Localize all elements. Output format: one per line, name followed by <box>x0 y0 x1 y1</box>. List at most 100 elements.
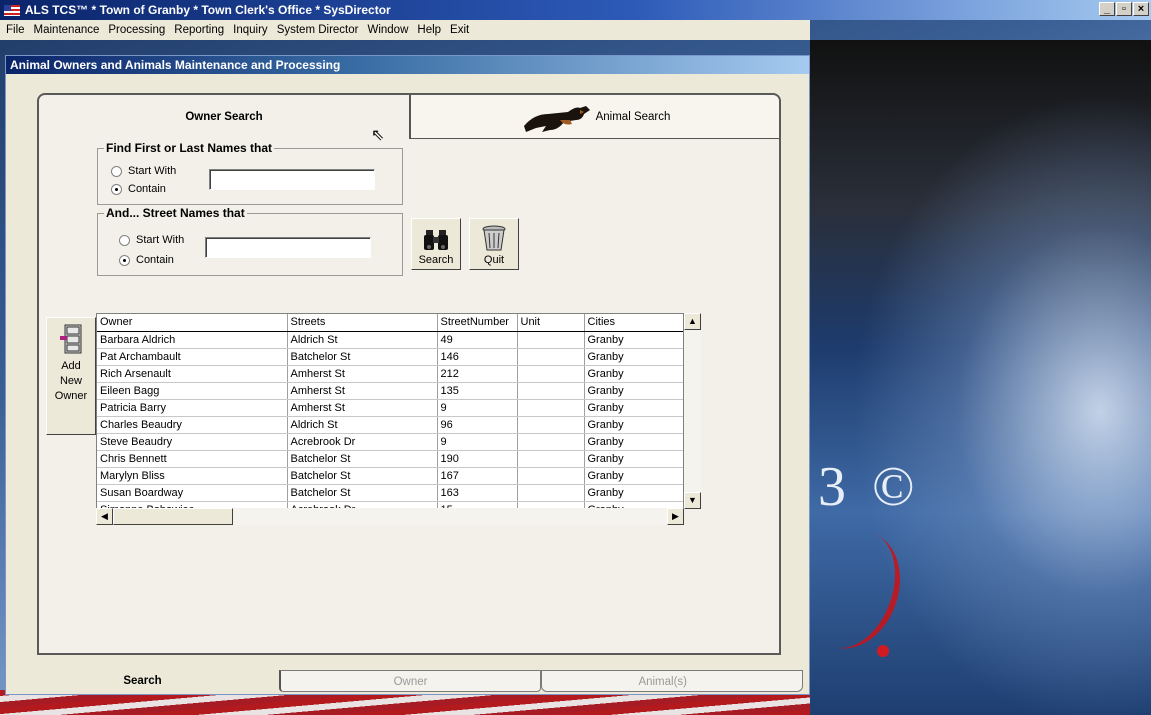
cell-owner[interactable]: Marylyn Bliss <box>97 467 288 485</box>
menu-exit[interactable]: Exit <box>450 24 469 36</box>
street-contain-radio[interactable] <box>119 254 130 266</box>
table-row[interactable]: Barbara Aldrich Aldrich St 49 Granby <box>97 331 683 349</box>
tab-search[interactable]: Search <box>6 670 279 692</box>
grid-vertical-scrollbar[interactable]: ▲ ▼ <box>684 313 701 509</box>
cell-city[interactable]: Granby <box>584 365 683 383</box>
horizontal-scroll-thumb[interactable] <box>113 508 233 525</box>
cell-street-number[interactable]: 9 <box>437 399 518 417</box>
cell-unit[interactable] <box>517 382 585 400</box>
name-contain-option[interactable]: Contain <box>111 183 166 195</box>
menu-reporting[interactable]: Reporting <box>174 24 224 36</box>
cell-city[interactable]: Granby <box>584 467 683 485</box>
table-row[interactable]: Pat Archambault Batchelor St 146 Granby <box>97 348 683 366</box>
menu-file[interactable]: File <box>6 24 25 36</box>
table-row[interactable]: Chris Bennett Batchelor St 190 Granby <box>97 450 683 468</box>
cell-street-number[interactable]: 163 <box>437 484 518 502</box>
table-row[interactable]: Susan Boardway Batchelor St 163 Granby <box>97 484 683 502</box>
cell-city[interactable]: Granby <box>584 399 683 417</box>
cell-owner[interactable]: Eileen Bagg <box>97 382 288 400</box>
tab-owner[interactable]: Owner <box>279 670 541 692</box>
cell-city[interactable]: Granby <box>584 484 683 502</box>
menu-window[interactable]: Window <box>367 24 408 36</box>
cell-street[interactable]: Batchelor St <box>287 484 438 502</box>
cell-street[interactable]: Amherst St <box>287 382 438 400</box>
column-header-streets[interactable]: Streets <box>287 314 438 332</box>
cell-owner[interactable]: Pat Archambault <box>97 348 288 366</box>
street-start-with-radio[interactable] <box>119 234 130 246</box>
cell-street-number[interactable]: 49 <box>437 331 518 349</box>
cell-city[interactable]: Granby <box>584 382 683 400</box>
cell-unit[interactable] <box>517 450 585 468</box>
cell-unit[interactable] <box>517 416 585 434</box>
table-row[interactable]: Charles Beaudry Aldrich St 96 Granby <box>97 416 683 434</box>
cell-city[interactable]: Granby <box>584 348 683 366</box>
cell-unit[interactable] <box>517 348 585 366</box>
cell-street[interactable]: Amherst St <box>287 399 438 417</box>
cell-street[interactable]: Acrebrook Dr <box>287 433 438 451</box>
menu-processing[interactable]: Processing <box>108 24 165 36</box>
cell-owner[interactable]: Susan Boardway <box>97 484 288 502</box>
cell-unit[interactable] <box>517 433 585 451</box>
scroll-down-arrow-icon[interactable]: ▼ <box>684 492 701 509</box>
table-row[interactable]: Patricia Barry Amherst St 9 Granby <box>97 399 683 417</box>
cell-street-number[interactable]: 135 <box>437 382 518 400</box>
cell-owner[interactable]: Barbara Aldrich <box>97 331 288 349</box>
cell-unit[interactable] <box>517 467 585 485</box>
street-search-input[interactable] <box>205 237 371 258</box>
cell-city[interactable]: Granby <box>584 450 683 468</box>
cell-owner[interactable]: Charles Beaudry <box>97 416 288 434</box>
menu-help[interactable]: Help <box>417 24 441 36</box>
cell-street[interactable]: Aldrich St <box>287 331 438 349</box>
menu-inquiry[interactable]: Inquiry <box>233 24 268 36</box>
cell-unit[interactable] <box>517 365 585 383</box>
restore-button[interactable]: ▫ <box>1116 2 1132 16</box>
cell-city[interactable]: Granby <box>584 433 683 451</box>
cell-street-number[interactable]: 190 <box>437 450 518 468</box>
cell-city[interactable]: Granby <box>584 416 683 434</box>
cell-unit[interactable] <box>517 484 585 502</box>
cell-owner[interactable]: Steve Beaudry <box>97 433 288 451</box>
tab-animal-search[interactable]: Animal Search <box>409 95 779 139</box>
menu-maintenance[interactable]: Maintenance <box>34 24 100 36</box>
cell-owner[interactable]: Rich Arsenault <box>97 365 288 383</box>
table-row[interactable]: Marylyn Bliss Batchelor St 167 Granby <box>97 467 683 485</box>
column-header-owner[interactable]: Owner <box>97 314 288 332</box>
cell-street[interactable]: Batchelor St <box>287 348 438 366</box>
cell-unit[interactable] <box>517 331 585 349</box>
close-button[interactable]: × <box>1133 2 1149 16</box>
cell-city[interactable]: Granby <box>584 331 683 349</box>
cell-street-number[interactable]: 167 <box>437 467 518 485</box>
name-start-with-radio[interactable] <box>111 165 122 177</box>
tab-animals[interactable]: Animal(s) <box>541 670 803 692</box>
cell-street[interactable]: Aldrich St <box>287 416 438 434</box>
cell-unit[interactable] <box>517 399 585 417</box>
cell-street-number[interactable]: 212 <box>437 365 518 383</box>
column-header-unit[interactable]: Unit <box>517 314 585 332</box>
column-header-street-number[interactable]: StreetNumber <box>437 314 518 332</box>
quit-button[interactable]: Quit <box>469 218 519 270</box>
column-header-cities[interactable]: Cities <box>584 314 683 332</box>
table-row[interactable]: Rich Arsenault Amherst St 212 Granby <box>97 365 683 383</box>
grid-horizontal-scrollbar[interactable]: ◀ ▶ <box>96 508 684 525</box>
scroll-up-arrow-icon[interactable]: ▲ <box>684 313 701 330</box>
cell-owner[interactable]: Chris Bennett <box>97 450 288 468</box>
add-new-owner-button[interactable]: Add New Owner <box>46 317 96 435</box>
scroll-right-arrow-icon[interactable]: ▶ <box>667 508 684 525</box>
search-button[interactable]: Search <box>411 218 461 270</box>
name-contain-radio[interactable] <box>111 183 122 195</box>
cell-street-number[interactable]: 9 <box>437 433 518 451</box>
cell-owner[interactable]: Patricia Barry <box>97 399 288 417</box>
table-row[interactable]: Eileen Bagg Amherst St 135 Granby <box>97 382 683 400</box>
minimize-button[interactable]: _ <box>1099 2 1115 16</box>
cell-street[interactable]: Batchelor St <box>287 467 438 485</box>
cell-street-number[interactable]: 146 <box>437 348 518 366</box>
cell-street[interactable]: Amherst St <box>287 365 438 383</box>
street-start-with-option[interactable]: Start With <box>119 234 184 246</box>
tab-owner-search[interactable]: Owner Search <box>39 95 409 139</box>
name-start-with-option[interactable]: Start With <box>111 165 176 177</box>
cell-street-number[interactable]: 96 <box>437 416 518 434</box>
scroll-left-arrow-icon[interactable]: ◀ <box>96 508 113 525</box>
table-row[interactable]: Steve Beaudry Acrebrook Dr 9 Granby <box>97 433 683 451</box>
street-contain-option[interactable]: Contain <box>119 254 174 266</box>
cell-street[interactable]: Batchelor St <box>287 450 438 468</box>
